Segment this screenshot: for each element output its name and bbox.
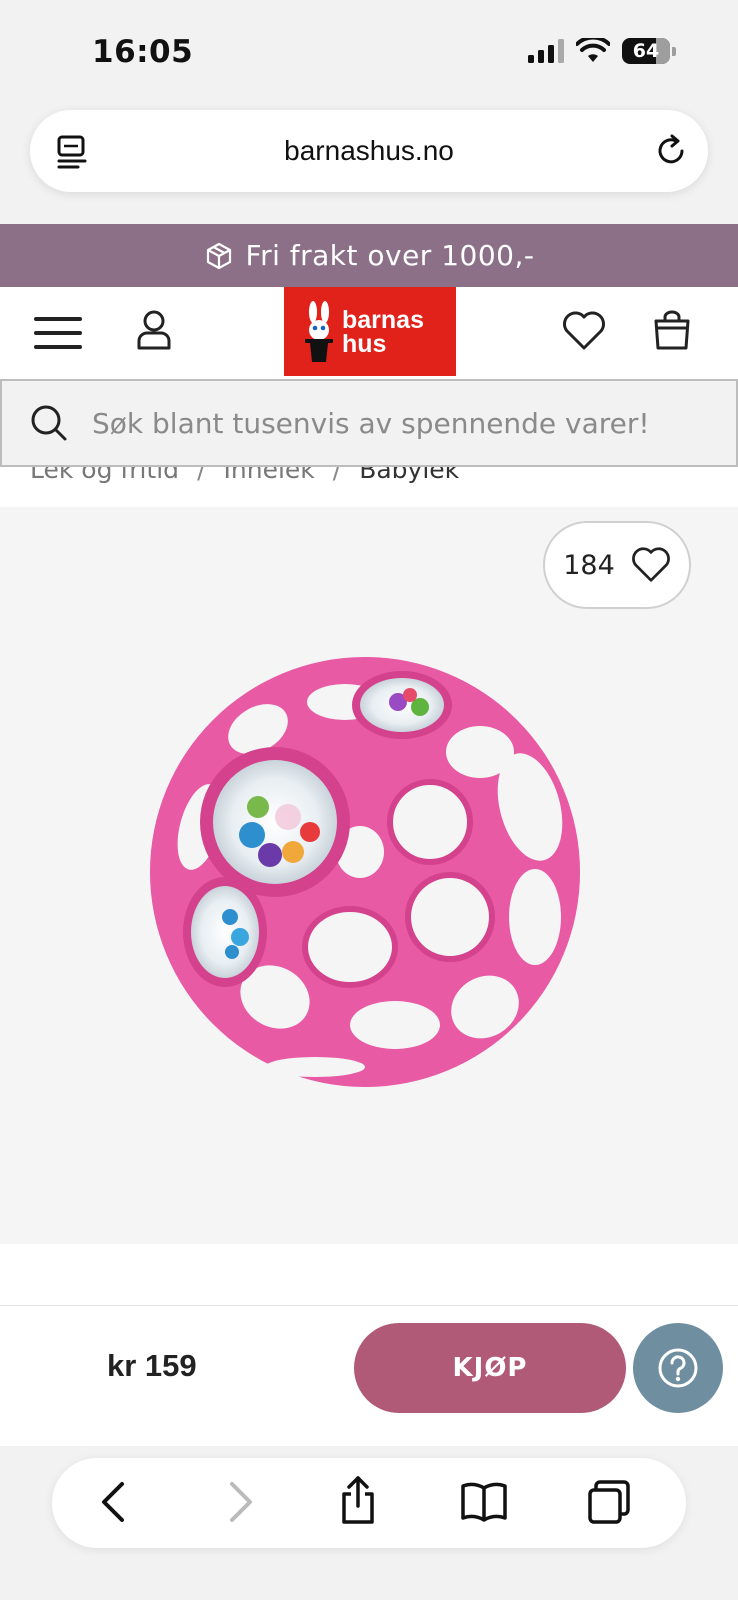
menu-icon[interactable] [34,313,82,353]
battery-tip [672,46,676,56]
package-icon [206,242,231,269]
status-icons: 64 [528,38,676,64]
product-image[interactable] [140,647,590,1097]
status-time: 16:05 [92,34,194,70]
search-bar[interactable] [0,379,738,467]
product-price: kr 159 [107,1348,197,1383]
like-count: 184 [563,549,615,581]
breadcrumb-item-babylek[interactable]: Babylek [359,467,459,484]
logo-text: barnas hus [342,305,424,358]
wishlist-count-button[interactable]: 184 [543,521,691,609]
breadcrumb-separator: / [197,467,206,484]
logo-line2: hus [342,329,387,358]
help-button[interactable] [633,1323,723,1413]
buy-button[interactable]: KJØP [354,1323,626,1413]
heart-icon [631,547,670,582]
address-bar[interactable]: barnashus.no [30,110,708,192]
free-shipping-banner: Fri frakt over 1000,- [0,224,738,287]
promo-text: Fri frakt over 1000,- [245,239,535,272]
breadcrumb: Lek og fritid / Innelek / Babylek [0,467,738,507]
breadcrumb-separator: / [332,467,342,484]
share-icon[interactable] [338,1474,378,1526]
reload-icon[interactable] [654,134,688,168]
reader-mode-icon[interactable] [56,135,88,169]
help-icon [658,1348,698,1388]
cellular-signal-icon [528,39,564,63]
url-text[interactable]: barnashus.no [284,135,454,167]
battery-icon: 64 [622,38,670,64]
shopping-bag-icon[interactable] [652,309,692,351]
browser-toolbar [52,1458,686,1548]
buy-bar: kr 159 KJØP [0,1306,738,1446]
page: 16:05 64 barnashus.no Fri frakt over 100… [0,0,738,1600]
breadcrumb-item-innelek[interactable]: Innelek [224,467,315,484]
status-bar: 16:05 64 [0,0,738,100]
heart-icon[interactable] [562,311,606,351]
search-icon [31,405,67,441]
search-input[interactable] [92,406,692,440]
logo-line1: barnas [342,305,424,334]
user-icon[interactable] [136,309,172,351]
content-spacer [0,1244,738,1306]
site-logo[interactable]: barnas hus [284,287,456,376]
back-icon[interactable] [94,1478,134,1526]
battery-level: 64 [632,40,660,62]
product-gallery[interactable]: 184 [0,507,738,1244]
wifi-icon [576,38,610,62]
breadcrumb-item-lek-og-fritid[interactable]: Lek og fritid [30,467,179,484]
bunny-hat-icon [305,300,333,362]
site-header: barnas hus [0,287,738,379]
forward-icon[interactable] [220,1478,260,1526]
tabs-icon[interactable] [586,1478,632,1526]
bookmarks-icon[interactable] [460,1480,508,1524]
